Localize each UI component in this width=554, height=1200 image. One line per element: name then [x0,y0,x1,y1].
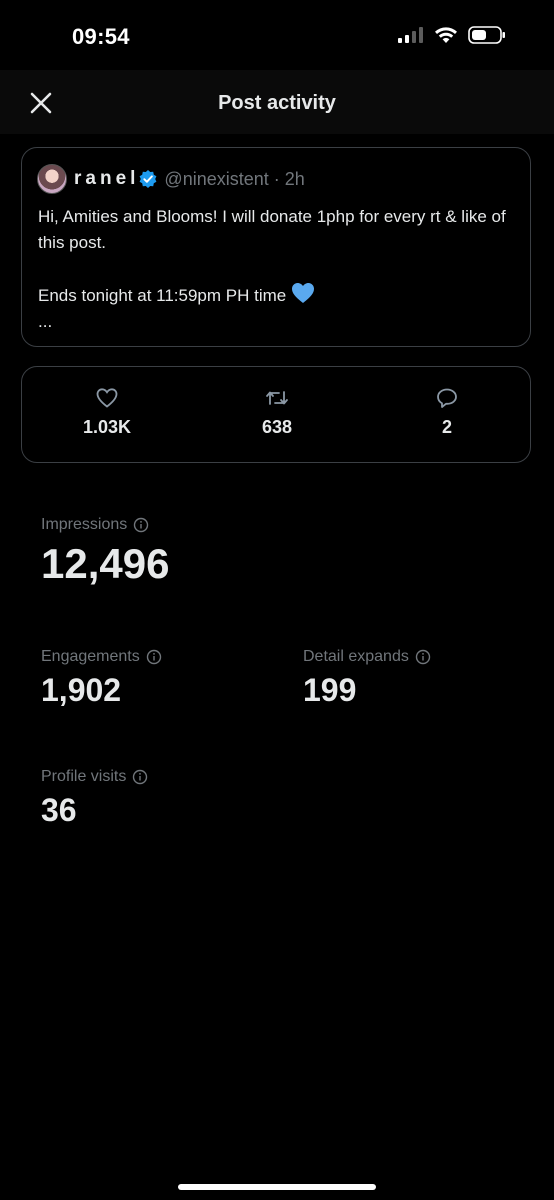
likes-count: 1.03K [82,417,132,437]
profile-visits-stat: Profile visits 36 [41,768,148,829]
cellular-signal-icon [398,27,423,43]
info-icon[interactable] [146,649,162,665]
detail-expands-label: Detail expands [303,648,409,665]
replies-metric[interactable]: 2 [387,387,507,438]
detail-expands-stat: Detail expands 199 [303,648,431,709]
page-title: Post activity [218,92,336,114]
status-bar: 09:54 [0,0,554,70]
battery-icon [468,26,505,44]
heart-icon [96,388,118,408]
info-icon[interactable] [415,649,431,665]
info-icon[interactable] [132,769,148,785]
post-author-row: ranel @ninexistent · 2h [37,164,305,194]
engagements-stat: Engagements 1,902 [41,648,162,709]
impressions-value: 12,496 [41,540,170,587]
author-name: ranel [74,168,140,189]
wifi-icon [435,27,457,43]
post-text: Hi, Amities and Blooms! I will donate 1p… [38,204,518,335]
impressions-stat: Impressions 12,496 [41,516,169,588]
blue-heart-emoji-icon [291,283,314,303]
avatar[interactable] [37,164,67,194]
reposts-metric[interactable]: 638 [217,387,337,438]
header-bar: Post activity [0,70,554,134]
profile-visits-value: 36 [41,792,77,828]
verified-badge-icon [140,170,157,188]
replies-count: 2 [441,417,452,437]
reply-icon [437,388,457,408]
post-text-line: Ends tonight at 11:59pm PH time [38,282,518,309]
likes-metric[interactable]: 1.03K [47,387,167,438]
author-handle-time: @ninexistent · 2h [164,168,305,189]
status-icons [398,26,506,44]
repost-icon [266,391,288,405]
engagements-value: 1,902 [41,672,122,708]
engagements-label: Engagements [41,648,140,665]
post-preview-card[interactable]: ranel @ninexistent · 2h Hi, Amities and … [21,147,531,347]
home-indicator[interactable] [178,1184,376,1190]
post-text-ellipsis: ... [38,312,53,331]
status-time: 09:54 [72,24,130,49]
post-text-line: Hi, Amities and Blooms! I will donate 1p… [38,207,506,252]
profile-visits-label: Profile visits [41,768,127,785]
impressions-label: Impressions [41,516,128,533]
post-text-line2: Ends tonight at 11:59pm PH time [38,286,287,305]
detail-expands-value: 199 [303,672,357,708]
info-icon[interactable] [133,517,149,533]
reposts-count: 638 [261,417,293,437]
post-metrics-card: 1.03K 638 2 [21,366,531,463]
